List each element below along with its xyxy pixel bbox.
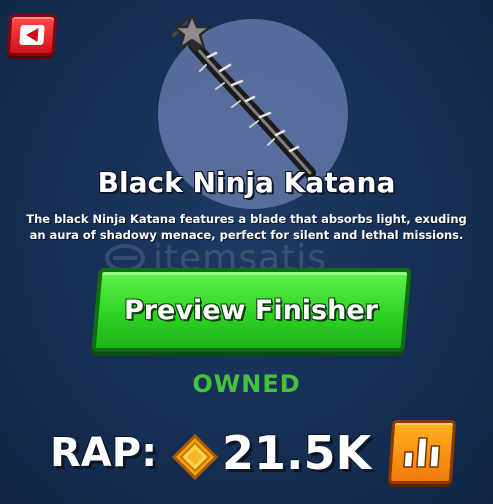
preview-finisher-button[interactable]: Preview Finisher <box>91 268 412 352</box>
coin-icon <box>172 434 218 480</box>
back-arrow-icon <box>19 25 45 45</box>
rap-value: 21.5K <box>222 426 372 480</box>
item-title: Black Ninja Katana <box>97 166 396 199</box>
owned-status: OWNED <box>192 370 301 398</box>
rap-label: RAP: <box>50 430 158 476</box>
stats-button[interactable] <box>387 420 457 484</box>
preview-finisher-label: Preview Finisher <box>124 294 379 326</box>
back-button[interactable] <box>6 14 58 56</box>
bar-chart-icon <box>403 437 441 468</box>
